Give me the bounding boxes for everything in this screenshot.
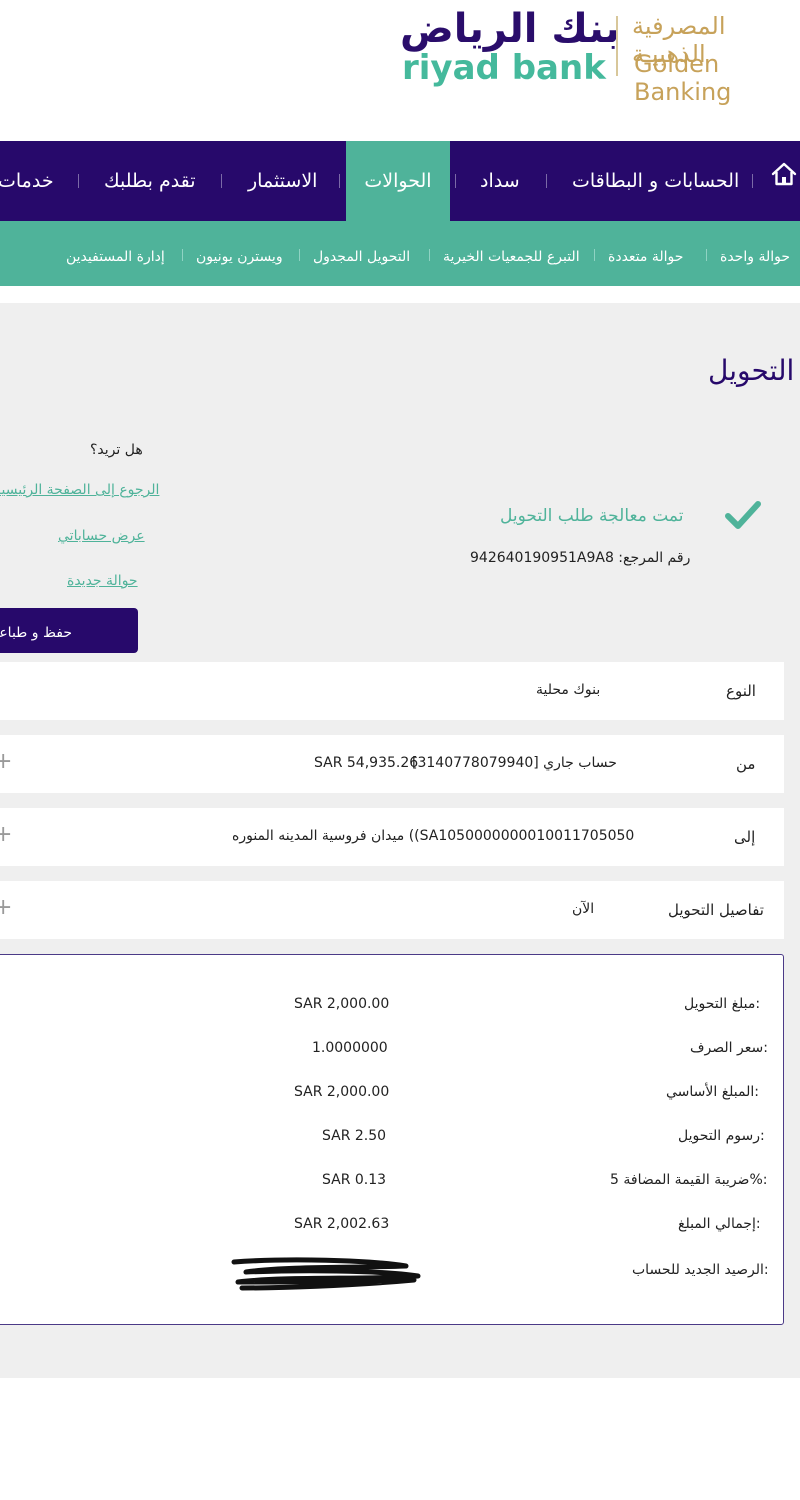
reference-number: رقم المرجع: 942640190951A9A8 [470, 550, 691, 566]
nav-separator [455, 174, 456, 188]
save-print-button[interactable]: حفظ و طباعة [0, 608, 138, 653]
summary-value-transfer-amount: SAR 2,000.00 [294, 996, 390, 1012]
nav-item-accounts-cards[interactable]: الحسابات و البطاقات [572, 141, 739, 221]
success-message: تمت معالجة طلب التحويل [500, 506, 684, 526]
page-title: التحويل [708, 354, 795, 387]
summary-value-transfer-fee: SAR 2.50 [322, 1128, 387, 1144]
summary-label-vat: ضريبة القيمة المضافة 5%: [610, 1172, 768, 1188]
row-transfer-details[interactable]: تفاصيل التحويل الآن + [0, 881, 784, 939]
view-accounts-link[interactable]: عرض حساباتي [58, 528, 145, 544]
expand-plus-icon[interactable]: + [0, 824, 12, 846]
header: بنك الرياض riyad bank المصرفية الذهبيـة … [0, 0, 800, 140]
summary-label-transfer-fee: رسوم التحويل: [678, 1128, 765, 1144]
brand-name-english: riyad bank [402, 48, 606, 88]
nav-item-services[interactable]: خدمات [0, 141, 54, 221]
row-from-label: من [736, 755, 756, 773]
subnav-separator [182, 249, 183, 261]
row-type-label: النوع [726, 682, 756, 700]
subnav-separator [299, 249, 300, 261]
redaction-scribble [231, 1257, 421, 1291]
row-from-account: حساب جاري [3140778079940] [412, 755, 617, 771]
nav-separator [546, 174, 547, 188]
row-type-value: بنوك محلية [536, 682, 601, 698]
brand-name-arabic: بنك الرياض [400, 6, 620, 52]
row-transfer-details-label: تفاصيل التحويل [668, 901, 764, 919]
nav-item-payments[interactable]: سداد [480, 141, 520, 221]
row-type: النوع بنوك محلية [0, 662, 784, 720]
nav-separator [78, 174, 79, 188]
subnav-separator [706, 249, 707, 261]
back-home-link[interactable]: الرجوع إلى الصفحة الرئيسية [0, 482, 159, 498]
nav-separator [339, 174, 340, 188]
row-to-beneficiary: ميدان فروسية المدينه المنوره ((SA1050000… [232, 828, 635, 844]
sub-nav: حوالة واحدة حوالة متعددة التبرع للجمعيات… [0, 221, 800, 286]
summary-label-new-balance: الرصيد الجديد للحساب: [632, 1262, 769, 1278]
golden-banking-english: Golden Banking [634, 50, 732, 106]
subnav-charity-donation[interactable]: التبرع للجمعيات الخيرية [443, 221, 580, 286]
subnav-separator [429, 249, 430, 261]
nav-item-investment[interactable]: الاستثمار [248, 141, 317, 221]
nav-separator [221, 174, 222, 188]
want-label: هل تريد؟ [90, 442, 143, 458]
summary-value-base-amount: SAR 2,000.00 [294, 1084, 390, 1100]
row-transfer-details-value: الآن [572, 901, 595, 917]
summary-label-transfer-amount: مبلغ التحويل: [684, 996, 761, 1012]
subnav-single-transfer[interactable]: حوالة واحدة [720, 221, 790, 286]
row-to[interactable]: إلى ميدان فروسية المدينه المنوره ((SA105… [0, 808, 784, 866]
subnav-scheduled-transfer[interactable]: التحويل المجدول [313, 221, 410, 286]
main-nav: الحسابات و البطاقات سداد الحوالات الاستث… [0, 141, 800, 221]
expand-plus-icon[interactable]: + [0, 897, 12, 919]
new-transfer-link[interactable]: حوالة جديدة [67, 573, 138, 589]
summary-value-vat: SAR 0.13 [322, 1172, 387, 1188]
nav-item-apply[interactable]: تقدم بطلبك [104, 141, 196, 221]
summary-label-total-amount: إجمالي المبلغ: [678, 1216, 761, 1232]
subnav-separator [594, 249, 595, 261]
subnav-western-union[interactable]: ويسترن يونيون [196, 221, 283, 286]
summary-value-exchange-rate: 1.0000000 [312, 1040, 388, 1056]
row-to-label: إلى [734, 828, 756, 846]
nav-separator [752, 174, 753, 188]
row-from-balance: SAR 54,935.26 [314, 755, 419, 771]
nav-item-transfers[interactable]: الحوالات [346, 141, 450, 221]
summary-label-base-amount: المبلغ الأساسي: [666, 1084, 759, 1100]
logo-divider [616, 16, 618, 76]
check-icon [725, 501, 761, 529]
summary-label-exchange-rate: سعر الصرف: [690, 1040, 768, 1056]
subnav-manage-beneficiaries[interactable]: إدارة المستفيدين [66, 221, 165, 286]
row-from[interactable]: من حساب جاري [3140778079940] SAR 54,935.… [0, 735, 784, 793]
expand-plus-icon[interactable]: + [0, 751, 12, 773]
summary-value-total-amount: SAR 2,002.63 [294, 1216, 390, 1232]
subnav-multiple-transfer[interactable]: حوالة متعددة [608, 221, 683, 286]
home-icon[interactable] [770, 160, 798, 188]
